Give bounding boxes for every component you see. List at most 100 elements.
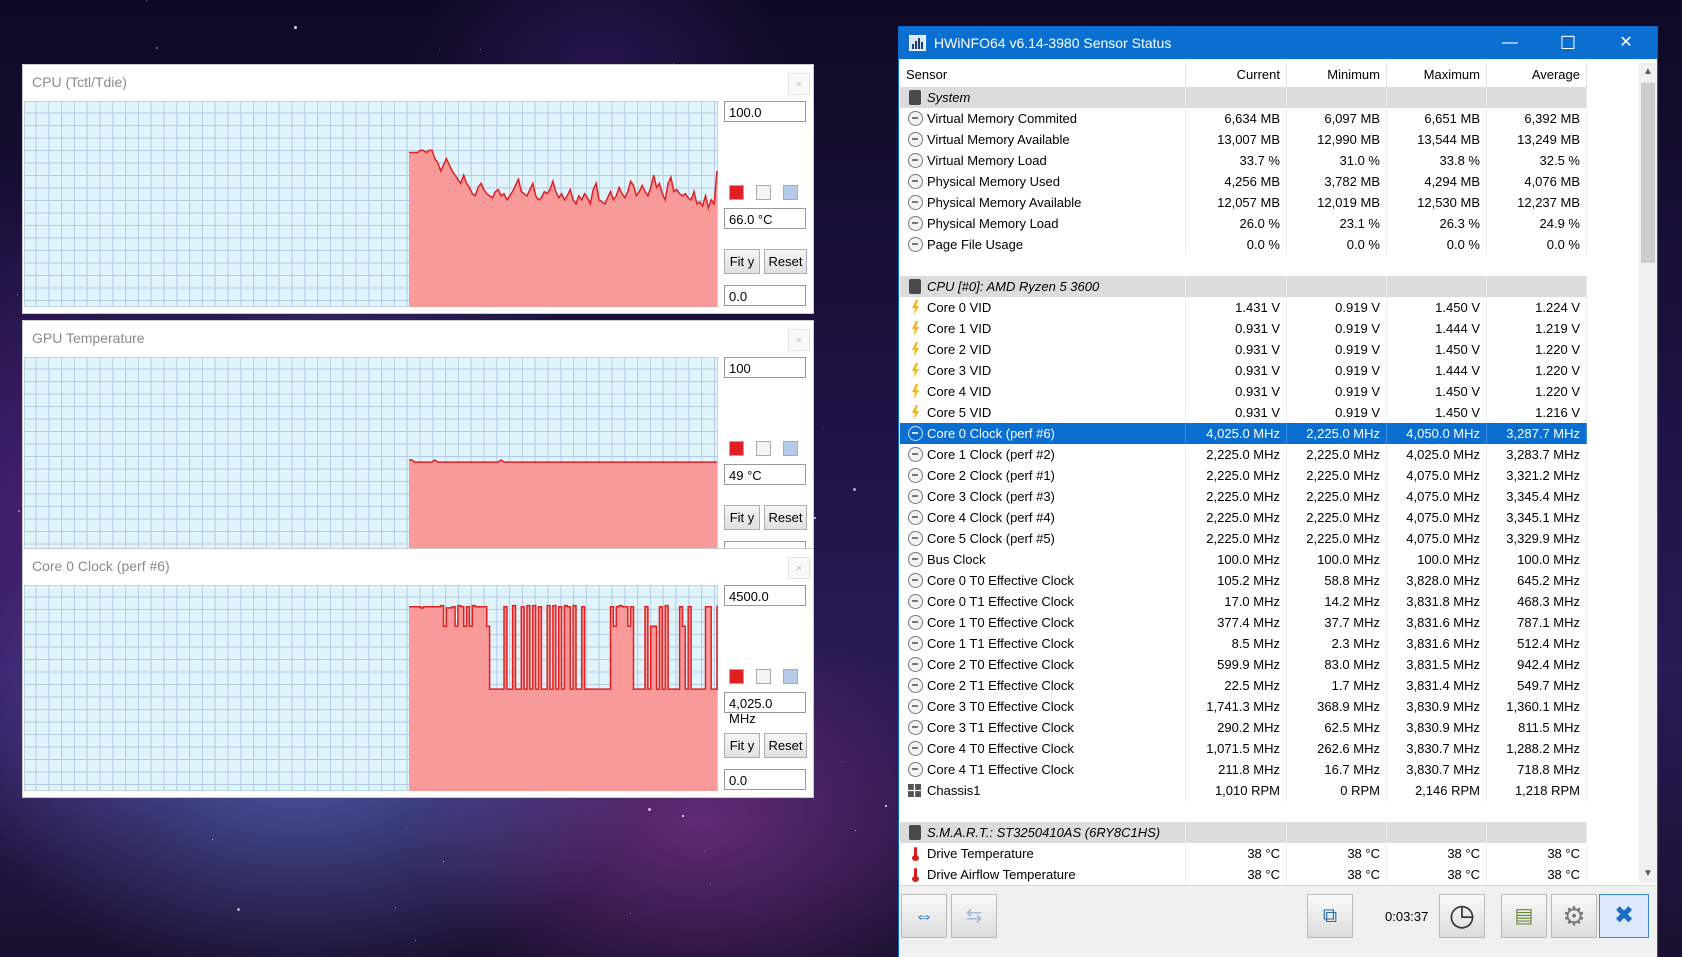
table-row[interactable]: Core 1 T0 Effective Clock 377.4 MHz 37.7 M… <box>900 612 1638 633</box>
vertical-scrollbar[interactable]: ▲ ▼ <box>1639 63 1657 883</box>
clock-icon <box>908 111 923 126</box>
graph-window[interactable]: CPU (Tctl/Tdie) × 100.0 66.0 °C Fit y Reset 0.… <box>22 64 814 314</box>
table-row[interactable]: Chassis1 1,010 RPM 0 RPM 2,146 RPM 1,218 RPM <box>900 780 1638 801</box>
scroll-up-icon[interactable]: ▲ <box>1639 63 1657 81</box>
graph-min-field[interactable]: 0.0 <box>724 285 806 306</box>
clock-icon <box>908 489 923 504</box>
column-header-minimum[interactable]: Minimum <box>1287 63 1387 87</box>
grid-color-swatch[interactable] <box>783 669 798 684</box>
current-value: 377.4 MHz <box>1186 612 1287 633</box>
fit-y-button[interactable]: Fit y <box>724 505 760 530</box>
table-row[interactable]: Drive Airflow Temperature 38 °C 38 °C 38 °C… <box>900 864 1638 885</box>
graph-close-button[interactable]: × <box>788 73 810 95</box>
sensor-group-row[interactable]: S.M.A.R.T.: ST3250410AS (6RY8C1HS) <box>900 822 1638 843</box>
average-value: 6,392 MB <box>1487 108 1587 129</box>
table-row[interactable]: Page File Usage 0.0 % 0.0 % 0.0 % 0.0 % <box>900 234 1638 255</box>
table-row[interactable]: Virtual Memory Load 33.7 % 31.0 % 33.8 % 32.… <box>900 150 1638 171</box>
background-color-swatch[interactable] <box>756 185 771 200</box>
clock-reset-button[interactable]: ◷ <box>1439 894 1485 938</box>
minimum-value: 6,097 MB <box>1287 108 1387 129</box>
table-row[interactable]: Physical Memory Used 4,256 MB 3,782 MB 4,29… <box>900 171 1638 192</box>
table-row[interactable]: Core 4 Clock (perf #4) 2,225.0 MHz 2,225.0… <box>900 507 1638 528</box>
table-row[interactable]: Drive Temperature 38 °C 38 °C 38 °C 38 °C <box>900 843 1638 864</box>
table-row[interactable]: Virtual Memory Commited 6,634 MB 6,097 MB 6… <box>900 108 1638 129</box>
minimum-value: 12,019 MB <box>1287 192 1387 213</box>
close-sensors-button[interactable]: ✖ <box>1599 894 1649 938</box>
line-color-swatch[interactable] <box>729 441 744 456</box>
table-row[interactable]: Core 5 Clock (perf #5) 2,225.0 MHz 2,225.0… <box>900 528 1638 549</box>
column-header-average[interactable]: Average <box>1487 63 1587 87</box>
fit-y-button[interactable]: Fit y <box>724 249 760 274</box>
table-row[interactable]: Core 3 Clock (perf #3) 2,225.0 MHz 2,225.0… <box>900 486 1638 507</box>
fit-y-button[interactable]: Fit y <box>724 733 760 758</box>
sensor-group-row[interactable]: System <box>900 87 1638 108</box>
line-color-swatch[interactable] <box>729 185 744 200</box>
scroll-thumb[interactable] <box>1641 83 1655 263</box>
table-row[interactable]: Core 2 Clock (perf #1) 2,225.0 MHz 2,225.0… <box>900 465 1638 486</box>
table-row[interactable]: Core 0 T1 Effective Clock 17.0 MHz 14.2 MH… <box>900 591 1638 612</box>
table-row[interactable]: Core 1 VID 0.931 V 0.919 V 1.444 V 1.219 V <box>900 318 1638 339</box>
table-row[interactable]: Core 4 T0 Effective Clock 1,071.5 MHz 262.… <box>900 738 1638 759</box>
current-value: 2,225.0 MHz <box>1186 528 1287 549</box>
table-row[interactable]: Core 4 VID 0.931 V 0.919 V 1.450 V 1.220 V <box>900 381 1638 402</box>
network-button[interactable]: ⧉ <box>1307 894 1353 938</box>
graph-close-button[interactable]: × <box>788 329 810 351</box>
sensor-name: Drive Temperature <box>900 843 1186 864</box>
graph-window[interactable]: Core 0 Clock (perf #6) × 4500.0 4,025.0 MHz… <box>22 548 814 798</box>
graph-min-field[interactable]: 0.0 <box>724 769 806 790</box>
navigate-arrows-button[interactable]: ⇔ <box>901 894 947 938</box>
star <box>814 517 816 519</box>
average-value: 1.220 V <box>1487 381 1587 402</box>
graph-close-button[interactable]: × <box>788 557 810 579</box>
table-row[interactable]: Core 2 VID 0.931 V 0.919 V 1.450 V 1.220 V <box>900 339 1638 360</box>
background-color-swatch[interactable] <box>756 441 771 456</box>
sensor-name: Physical Memory Load <box>900 213 1186 234</box>
clock-icon <box>908 153 923 168</box>
table-row[interactable]: Core 3 VID 0.931 V 0.919 V 1.444 V 1.220 V <box>900 360 1638 381</box>
table-row[interactable]: Physical Memory Available 12,057 MB 12,019… <box>900 192 1638 213</box>
sensor-status-window: HWiNFO64 v6.14-3980 Sensor Status — ☐ ✕ … <box>898 26 1658 957</box>
table-row[interactable]: Core 5 VID 0.931 V 0.919 V 1.450 V 1.216 V <box>900 402 1638 423</box>
line-color-swatch[interactable] <box>729 669 744 684</box>
title-bar[interactable]: HWiNFO64 v6.14-3980 Sensor Status — ☐ ✕ <box>899 27 1657 59</box>
column-header-current[interactable]: Current <box>1186 63 1287 87</box>
table-row[interactable]: Core 3 T1 Effective Clock 290.2 MHz 62.5 M… <box>900 717 1638 738</box>
table-row[interactable]: Physical Memory Load 26.0 % 23.1 % 26.3 % 24… <box>900 213 1638 234</box>
table-row[interactable]: Core 1 T1 Effective Clock 8.5 MHz 2.3 MHz 3… <box>900 633 1638 654</box>
grid-color-swatch[interactable] <box>783 185 798 200</box>
background-color-swatch[interactable] <box>756 669 771 684</box>
maximize-button[interactable]: ☐ <box>1539 27 1597 59</box>
minimum-value: 100.0 MHz <box>1287 549 1387 570</box>
table-row[interactable]: Bus Clock 100.0 MHz 100.0 MHz 100.0 MHz 100.… <box>900 549 1638 570</box>
graph-max-field[interactable]: 100.0 <box>724 101 806 122</box>
grid-color-swatch[interactable] <box>783 441 798 456</box>
table-row[interactable]: Core 2 T0 Effective Clock 599.9 MHz 83.0 M… <box>900 654 1638 675</box>
table-row[interactable]: Core 0 Clock (perf #6) 4,025.0 MHz 2,225.0… <box>900 423 1638 444</box>
report-button[interactable]: ▤ <box>1501 894 1547 938</box>
sensor-group-row[interactable]: CPU [#0]: AMD Ryzen 5 3600 <box>900 276 1638 297</box>
close-button[interactable]: ✕ <box>1597 27 1655 59</box>
reset-button[interactable]: Reset <box>764 249 807 274</box>
graph-max-field[interactable]: 4500.0 <box>724 585 806 606</box>
table-row[interactable]: Core 2 T1 Effective Clock 22.5 MHz 1.7 MHz… <box>900 675 1638 696</box>
table-row[interactable]: Core 1 Clock (perf #2) 2,225.0 MHz 2,225.0… <box>900 444 1638 465</box>
scroll-down-icon[interactable]: ▼ <box>1639 865 1657 883</box>
graph-window[interactable]: GPU Temperature×10049 °CFit yReset0 <box>22 320 814 570</box>
maximum-value: 2,146 RPM <box>1387 780 1487 801</box>
graph-max-field[interactable]: 100 <box>724 357 806 378</box>
table-row[interactable]: Core 3 T0 Effective Clock 1,741.3 MHz 368.… <box>900 696 1638 717</box>
table-row[interactable]: Core 0 VID 1.431 V 0.919 V 1.450 V 1.224 V <box>900 297 1638 318</box>
reset-button[interactable]: Reset <box>764 733 807 758</box>
column-header-maximum[interactable]: Maximum <box>1387 63 1487 87</box>
current-value: 1,741.3 MHz <box>1186 696 1287 717</box>
table-row[interactable]: Virtual Memory Available 13,007 MB 12,990 … <box>900 129 1638 150</box>
current-value: 2,225.0 MHz <box>1186 507 1287 528</box>
swap-arrows-button[interactable]: ⇆ <box>951 894 997 938</box>
column-header-sensor[interactable]: Sensor <box>900 63 1186 87</box>
settings-button[interactable]: ⚙ <box>1551 894 1597 938</box>
reset-button[interactable]: Reset <box>764 505 807 530</box>
minimize-button[interactable]: — <box>1481 27 1539 59</box>
table-row[interactable]: Core 4 T1 Effective Clock 211.8 MHz 16.7 M… <box>900 759 1638 780</box>
table-row[interactable]: Core 0 T0 Effective Clock 105.2 MHz 58.8 M… <box>900 570 1638 591</box>
current-value: 0.931 V <box>1186 318 1287 339</box>
